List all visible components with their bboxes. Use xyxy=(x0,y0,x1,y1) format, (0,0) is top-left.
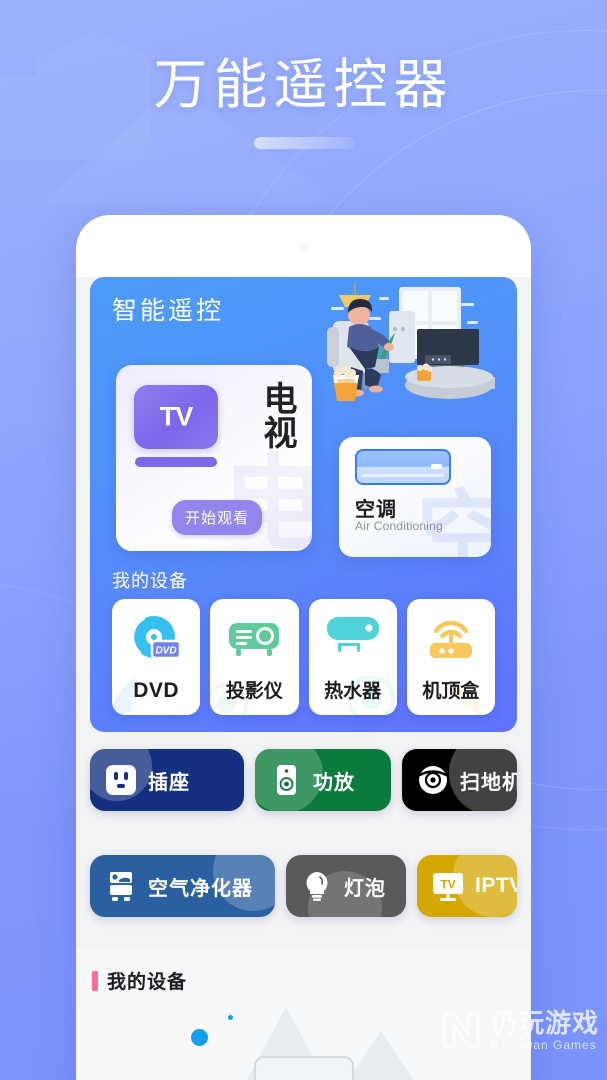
title-underline xyxy=(253,137,354,150)
watermark-logo-icon xyxy=(439,1008,483,1052)
air-conditioner-icon xyxy=(355,449,451,485)
tv-feature-card[interactable]: 电 TV 电视 开始观看 xyxy=(116,365,312,551)
ac-vent-line xyxy=(362,474,444,477)
iptv-tv-icon: TV xyxy=(431,869,465,903)
decor-dot-large xyxy=(191,1029,208,1046)
bottom-section-heading: 我的设备 xyxy=(92,967,187,994)
tv-card-label: 电视 xyxy=(258,381,296,449)
page-title-block: 万能遥控器 xyxy=(0,55,607,150)
pill-label: 空气净化器 xyxy=(148,877,253,900)
device-card-water-heater[interactable]: 热水器 xyxy=(308,599,397,715)
robot-vacuum-icon xyxy=(416,763,450,797)
pill-amplifier[interactable]: 功放 xyxy=(255,749,391,811)
pill-light-bulb[interactable]: 灯泡 xyxy=(286,855,406,917)
pill-power-socket[interactable]: 插座 xyxy=(90,749,244,811)
air-conditioning-card[interactable]: 空 空调 Air Conditioning xyxy=(339,437,491,557)
svg-text:TV: TV xyxy=(440,878,455,892)
device-card-set-top-box[interactable]: 机顶盒 xyxy=(406,599,495,715)
device-card-projector[interactable]: 投影仪 xyxy=(210,599,299,715)
pill-label: 扫地机器人 xyxy=(460,771,517,794)
phone-speaker xyxy=(299,243,308,251)
tv-icon-label: TV xyxy=(159,401,194,432)
watermark-subtitle: Rengwan Games xyxy=(490,1037,597,1052)
device-card-row: DVD DVD 投影仪 热水器 机顶盒 xyxy=(112,599,495,715)
hero-devices-title: 我的设备 xyxy=(112,571,188,591)
watermark-title: 仍玩游戏 xyxy=(490,1007,599,1038)
section-accent-bar xyxy=(92,970,98,991)
start-watching-button[interactable]: 开始观看 xyxy=(172,500,263,535)
pill-row-1: 插座 功放 扫地机 xyxy=(90,749,517,811)
page-title: 万能遥控器 xyxy=(153,55,454,115)
living-room-illustration xyxy=(321,281,511,405)
projector-icon xyxy=(210,613,298,663)
phone-screen: 智能遥控 电 TV 电视 开始观看 空 空调 Air Conditioning … xyxy=(76,277,531,1080)
water-heater-icon xyxy=(309,613,397,663)
decor-dot-small xyxy=(228,1015,233,1020)
pill-label: IPTV xyxy=(475,874,517,897)
set-top-box-icon xyxy=(407,613,495,663)
device-label: 热水器 xyxy=(324,681,382,702)
pill-label: 灯泡 xyxy=(344,877,386,900)
bottom-section-title: 我的设备 xyxy=(107,972,188,993)
hero-panel: 智能遥控 电 TV 电视 开始观看 空 空调 Air Conditioning … xyxy=(90,277,517,732)
pill-iptv[interactable]: TV IPTV xyxy=(417,855,517,917)
dvd-disc-icon: DVD xyxy=(112,613,200,663)
watermark: 仍玩游戏 Rengwan Games xyxy=(439,1008,599,1052)
bottom-device-outline xyxy=(254,1056,354,1080)
pill-row-2: 空气净化器 灯泡 TV IPTV xyxy=(90,855,517,917)
ac-card-label: 空调 xyxy=(355,499,397,521)
tv-icon: TV xyxy=(134,385,218,449)
pill-label: 插座 xyxy=(148,771,190,794)
device-label: 机顶盒 xyxy=(422,681,480,702)
tv-icon-stand xyxy=(135,457,217,467)
pill-label: 功放 xyxy=(313,771,355,794)
device-card-dvd[interactable]: DVD DVD xyxy=(112,599,201,715)
pill-robot-vacuum[interactable]: 扫地机器人 xyxy=(402,749,517,811)
device-label: DVD xyxy=(133,679,180,702)
power-socket-icon xyxy=(104,763,138,797)
ac-card-sublabel: Air Conditioning xyxy=(355,519,443,533)
air-purifier-icon xyxy=(104,869,138,903)
amplifier-icon xyxy=(269,763,303,797)
pill-air-purifier[interactable]: 空气净化器 xyxy=(90,855,275,917)
device-label: 投影仪 xyxy=(225,681,283,702)
svg-text:DVD: DVD xyxy=(156,646,177,657)
ac-led-indicator xyxy=(431,464,442,469)
hero-title: 智能遥控 xyxy=(112,297,225,325)
watermark-text: 仍玩游戏 Rengwan Games xyxy=(491,1010,599,1051)
phone-mockup: 智能遥控 电 TV 电视 开始观看 空 空调 Air Conditioning … xyxy=(76,215,531,1080)
light-bulb-icon xyxy=(300,869,334,903)
